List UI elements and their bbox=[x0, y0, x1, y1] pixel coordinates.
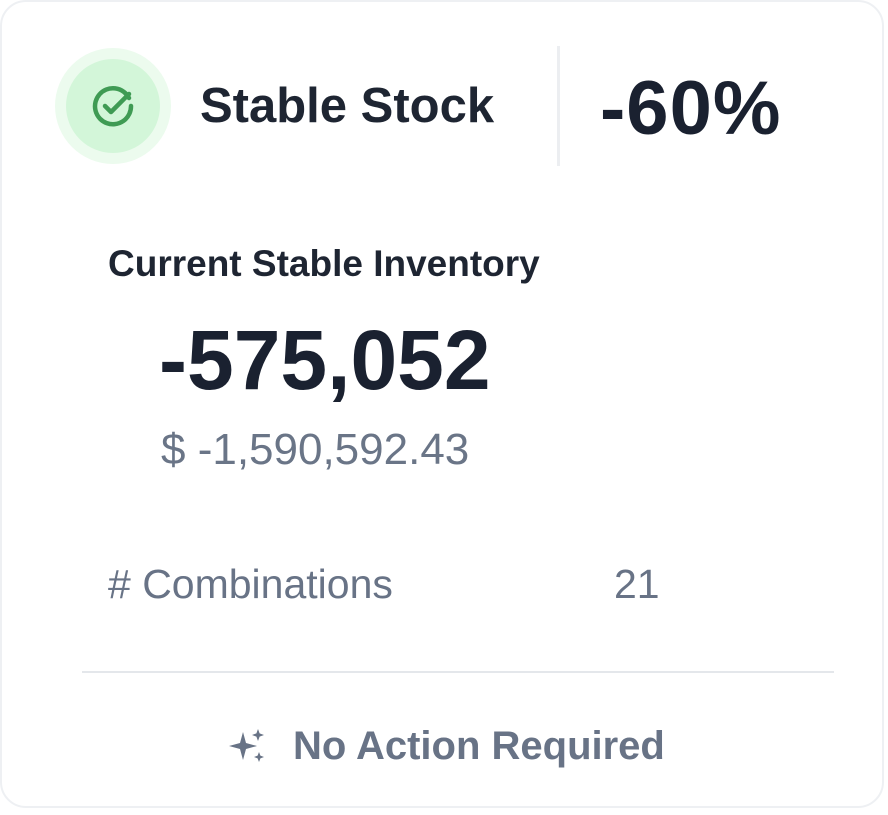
header-divider bbox=[557, 46, 560, 166]
footer-text: No Action Required bbox=[293, 724, 665, 768]
status-icon-badge-inner bbox=[66, 59, 160, 153]
status-icon-badge bbox=[55, 48, 171, 164]
sparkle-icon bbox=[229, 729, 264, 762]
combinations-label: # Combinations bbox=[108, 561, 393, 607]
check-circle-icon bbox=[92, 86, 134, 127]
percent-change: -60% bbox=[600, 66, 782, 151]
footer-divider bbox=[82, 671, 834, 673]
footer-status: No Action Required bbox=[227, 716, 665, 776]
inventory-value: $ -1,590,592.43 bbox=[161, 425, 470, 474]
inventory-units: -575,052 bbox=[159, 313, 491, 407]
combinations-count: 21 bbox=[614, 561, 660, 607]
stock-status-card: Stable Stock -60% Current Stable Invento… bbox=[0, 0, 884, 808]
status-title: Stable Stock bbox=[200, 79, 495, 133]
inventory-label: Current Stable Inventory bbox=[108, 243, 540, 284]
